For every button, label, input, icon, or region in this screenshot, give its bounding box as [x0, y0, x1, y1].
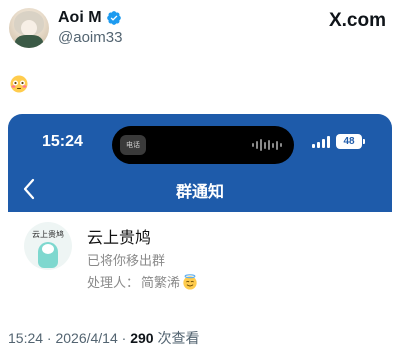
- island-call-icon: 电话: [120, 135, 146, 155]
- author-name-text[interactable]: Aoi M: [58, 9, 102, 27]
- author-avatar[interactable]: [9, 8, 49, 48]
- cellular-signal-icon: [312, 135, 330, 148]
- x-com-logo: X.com: [329, 10, 386, 32]
- notification-message: 已将你移出群: [87, 254, 166, 269]
- dynamic-island: 电话: [112, 126, 294, 164]
- views-label: 次查看: [153, 330, 200, 346]
- views-count: 290: [130, 330, 154, 346]
- status-indicators: 48: [312, 134, 365, 149]
- smiling-face-with-halo-icon: [183, 273, 197, 290]
- attached-screenshot-image[interactable]: 15:24 电话 48 群通知 云上贵鸠 云上贵鸠 已将你移出群 处理人： 简繁…: [8, 114, 392, 314]
- tweet-meta: 15:24 · 2026/4/14 · 290 次查看: [8, 328, 199, 348]
- handler-label: 处理人：: [87, 276, 140, 291]
- flushed-face-emoji-icon: [10, 75, 28, 93]
- app-nav-bar: 15:24 电话 48 群通知: [8, 114, 392, 212]
- group-avatar-text: 云上贵鸠: [32, 230, 64, 239]
- verified-badge-icon: [106, 11, 121, 25]
- status-time: 15:24: [42, 133, 83, 150]
- group-avatar[interactable]: 云上贵鸠: [24, 222, 72, 270]
- tweet-timestamp[interactable]: 15:24 · 2026/4/14 ·: [8, 330, 130, 346]
- handler-name: 简繁浠: [141, 276, 181, 291]
- author-name[interactable]: Aoi M: [58, 9, 122, 27]
- brand-text: X.com: [328, 10, 386, 31]
- audio-wave-icon: [252, 138, 282, 152]
- battery-icon: 48: [336, 134, 365, 149]
- author-handle[interactable]: @aoim33: [58, 29, 122, 46]
- handler-line: 处理人： 简繁浠: [87, 272, 198, 291]
- group-name: 云上贵鸠: [87, 228, 152, 247]
- nav-title: 群通知: [175, 182, 224, 201]
